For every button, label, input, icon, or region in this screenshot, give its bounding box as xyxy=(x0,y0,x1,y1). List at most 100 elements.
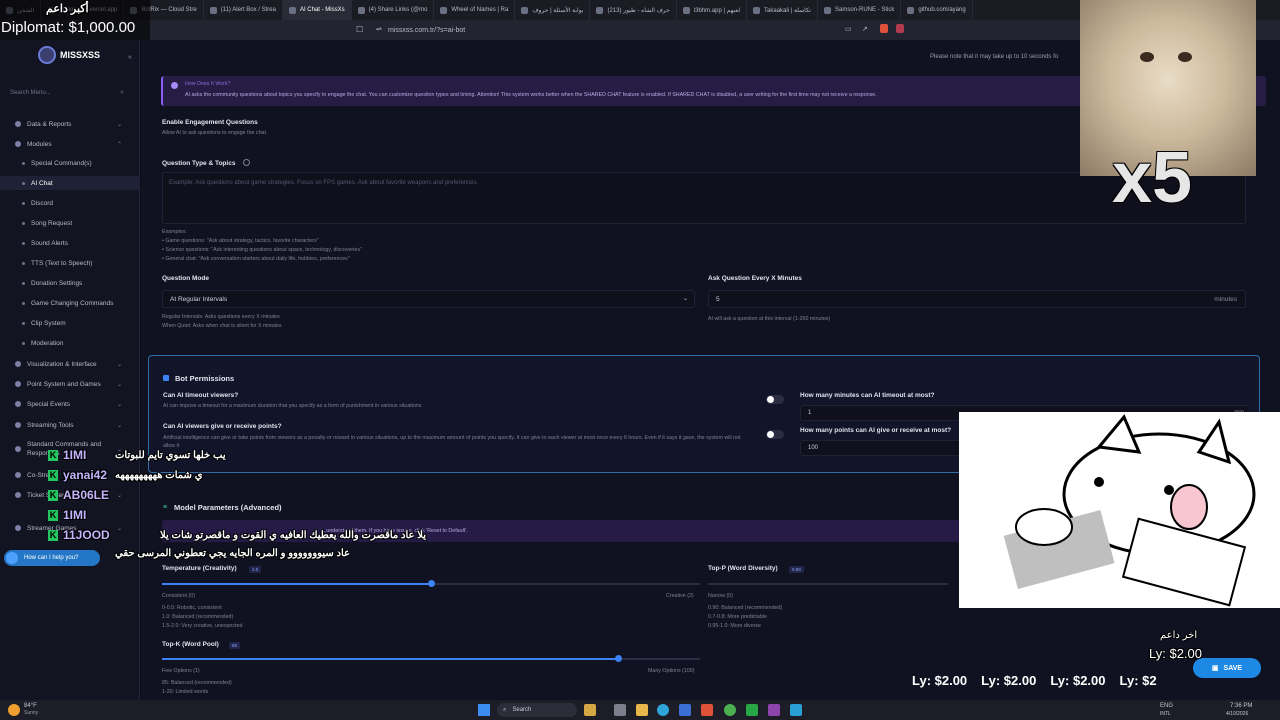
help-icon[interactable] xyxy=(243,159,250,166)
bookmark-icon[interactable]: ☐ xyxy=(356,25,363,34)
qmode-value: At Regular Intervals xyxy=(170,296,228,303)
edge-icon[interactable] xyxy=(657,704,669,716)
obs-icon[interactable] xyxy=(746,704,758,716)
install-icon[interactable]: ▭ xyxy=(845,25,852,33)
sidebar-item[interactable]: Special Events ⌄ xyxy=(0,397,140,411)
sidebar-item[interactable]: Data & Reports ⌄ xyxy=(0,117,140,131)
sidebar-item[interactable]: TTS (Text to Speech) xyxy=(0,256,140,270)
tab-label: بوابة الأسئلة | حروف xyxy=(532,7,584,14)
browser-tab[interactable]: Wheel of Names | Ra xyxy=(434,0,516,20)
sidebar: MISSXSS « Search Menu... ⌕ Data & Report… xyxy=(0,40,140,700)
topk-max: Many Options (100) xyxy=(648,668,695,674)
topk-slider[interactable] xyxy=(162,655,700,662)
bullet-icon xyxy=(22,261,25,265)
share-icon[interactable]: ↗ xyxy=(862,25,868,33)
kick-badge-icon: K xyxy=(48,530,58,541)
browser-tab[interactable]: AI Chat - MissXs xyxy=(282,0,352,20)
top-donor-title: أكبر داعم xyxy=(46,3,89,15)
ticker-item: Ly: $2 xyxy=(1119,673,1157,688)
url-text[interactable]: missxss.com.tr/?s=ai-bot xyxy=(388,27,465,34)
timeout-toggle[interactable] xyxy=(766,395,784,404)
sidebar-item[interactable]: Clip System xyxy=(0,316,140,330)
file-explorer-icon[interactable] xyxy=(636,704,648,716)
tab-favicon-icon xyxy=(823,6,831,14)
taskbar-search-icon: ⌕ xyxy=(503,706,507,713)
last-donor-amount: Ly: $2.00 xyxy=(1149,646,1203,661)
every-label: Ask Question Every X Minutes xyxy=(708,275,802,282)
telegram-icon[interactable] xyxy=(790,704,802,716)
weather-icon[interactable] xyxy=(8,704,20,716)
interval-input[interactable]: 5 minutes xyxy=(708,290,1246,308)
tab-favicon-icon xyxy=(753,6,761,14)
bongo-cat-image xyxy=(959,412,1280,608)
chat-text: عاد سيووووووو و المره الجايه يجي تعطوني … xyxy=(115,548,350,559)
windows-start-icon[interactable] xyxy=(478,704,490,716)
top-donor-widget: أكبر داعم Diplomat: $1,000.00 xyxy=(0,0,150,40)
browser-tab[interactable]: l3bhm.app | لعبهم xyxy=(677,0,748,20)
timeout-label: Can AI timeout viewers? xyxy=(163,392,239,399)
sidebar-item[interactable]: Discord xyxy=(0,196,140,210)
chat-text: يب خلها تسوي تايم للبوتات xyxy=(115,450,226,461)
topp-help-2: 0.7-0.8: More predictable xyxy=(708,614,767,620)
browser-tab[interactable]: Samson-RUNE - Stick xyxy=(818,0,902,20)
sidebar-item[interactable]: Visualization & Interface ⌄ xyxy=(0,357,140,371)
last-donor-widget: اخر داعم Ly: $2.00 xyxy=(1140,630,1270,666)
qtype-placeholder: Example: Ask questions about game strate… xyxy=(169,180,479,186)
taskbar-search[interactable]: ⌕ Search xyxy=(497,703,577,717)
question-mode-select[interactable]: At Regular Intervals ⌄ xyxy=(162,290,695,308)
temp-slider[interactable] xyxy=(162,580,700,587)
sidebar-item[interactable]: Sound Alerts xyxy=(0,236,140,250)
bullet-icon xyxy=(22,161,25,165)
chevron-down-icon: ⌄ xyxy=(682,296,688,302)
temp-knob[interactable] xyxy=(428,580,435,587)
search-input[interactable]: Search Menu... xyxy=(10,90,51,96)
browser-tab[interactable]: (213) حرف الشاه - طيور xyxy=(590,0,677,20)
how-text: AI asks the community questions about to… xyxy=(185,92,877,98)
brave-shield-icon[interactable] xyxy=(880,24,888,33)
browser-tab[interactable]: Takaakali | تكاسلة xyxy=(747,0,818,20)
rewards-icon[interactable] xyxy=(896,24,904,33)
topk-knob[interactable] xyxy=(615,655,623,662)
browser-tab[interactable]: (4) Share Links (@mo xyxy=(352,0,435,20)
sidebar-item-label: Point System and Games xyxy=(27,380,101,388)
sidebar-item[interactable]: Game Changing Commands xyxy=(0,296,140,310)
browser-tab[interactable]: github.com/ayang xyxy=(901,0,973,20)
collapse-sidebar-icon[interactable]: « xyxy=(128,54,132,61)
brand-logo[interactable]: MISSXSS xyxy=(38,46,100,64)
discord-icon[interactable] xyxy=(768,704,780,716)
chrome-icon[interactable] xyxy=(724,704,736,716)
sidebar-item[interactable]: Special Command(s) xyxy=(0,156,140,170)
sidebar-item[interactable]: Point System and Games ⌄ xyxy=(0,377,140,391)
question-topics-textarea[interactable]: Example: Ask questions about game strate… xyxy=(162,172,1246,224)
logo-icon xyxy=(38,46,56,64)
language[interactable]: ENG xyxy=(1160,703,1173,709)
bullet-icon xyxy=(22,321,25,325)
topk-help-2: 1-20: Limited words xyxy=(162,689,209,695)
topp-slider[interactable] xyxy=(708,583,948,585)
clock-time[interactable]: 7:36 PM xyxy=(1230,703,1252,709)
points-label: Can AI viewers give or receive points? xyxy=(163,423,282,430)
brand-name: MISSXSS xyxy=(60,50,101,60)
chevron-down-icon: ⌄ xyxy=(116,401,122,408)
sidebar-item[interactable]: Moderation xyxy=(0,336,140,350)
permissions-title: Bot Permissions xyxy=(175,374,235,383)
chat-username: 11JOOD xyxy=(63,528,110,542)
tab-label: Samson-RUNE - Stick xyxy=(834,7,895,13)
app-icon[interactable] xyxy=(584,704,596,716)
sidebar-item[interactable]: AI Chat xyxy=(0,176,140,190)
bullet-icon xyxy=(22,301,25,305)
points-toggle[interactable] xyxy=(766,430,784,439)
sidebar-item[interactable]: Song Request xyxy=(0,216,140,230)
task-view-icon[interactable] xyxy=(614,704,626,716)
browser-tab[interactable]: بوابة الأسئلة | حروف xyxy=(515,0,591,20)
sidebar-item[interactable]: Donation Settings xyxy=(0,276,140,290)
sidebar-item[interactable]: Modules ⌃ xyxy=(0,137,140,151)
sidebar-item[interactable]: Streaming Tools ⌄ xyxy=(0,418,140,432)
site-info-icon[interactable]: ⇌ xyxy=(376,25,382,33)
brave-icon[interactable] xyxy=(701,704,713,716)
menu-icon xyxy=(15,381,21,387)
stream-chat-overlay: K 1IMI يب خلها تسوي تايم للبوتات Kyanai42 ي … xyxy=(40,448,440,568)
store-icon[interactable] xyxy=(679,704,691,716)
browser-tab[interactable]: (11) Alert Box / Strea xyxy=(204,0,283,20)
sidebar-search[interactable]: Search Menu... ⌕ xyxy=(8,85,126,101)
